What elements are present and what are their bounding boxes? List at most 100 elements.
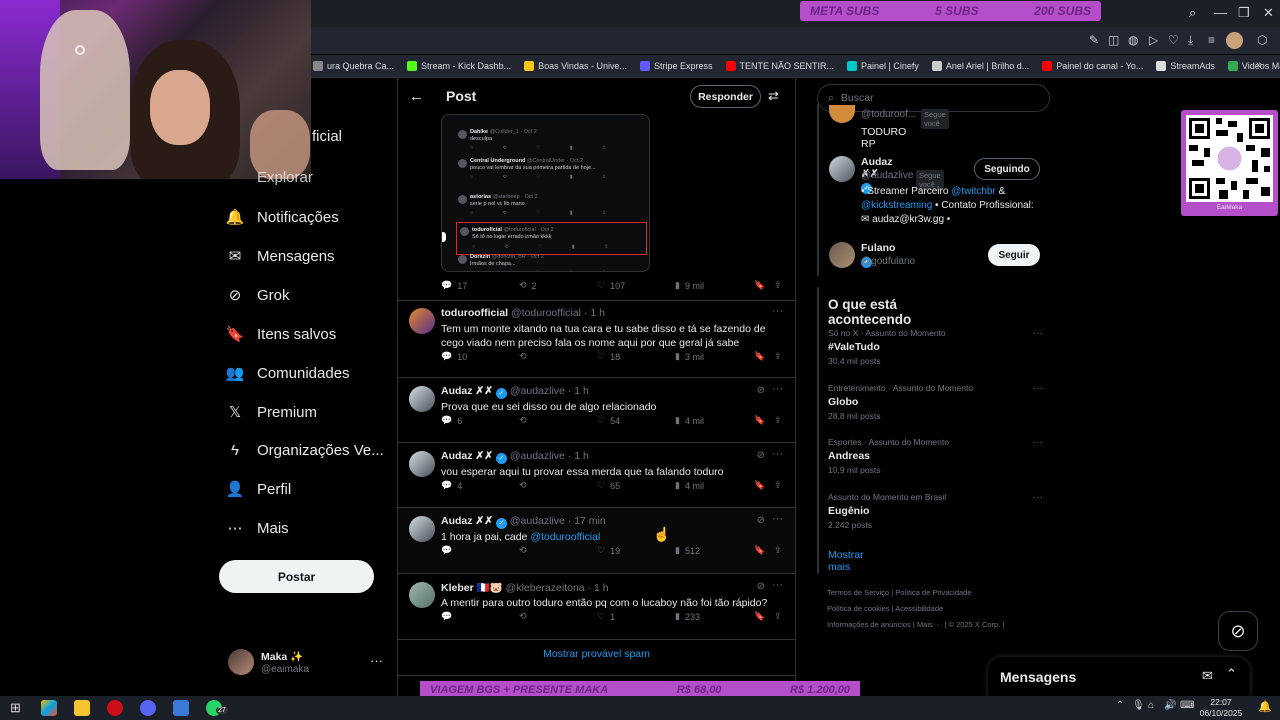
download-icon[interactable]: ⤓ — [1188, 33, 1193, 48]
menu-icon[interactable]: ≡ — [1208, 33, 1215, 47]
reply-author-name[interactable]: Audaz ✗✗ — [441, 515, 493, 527]
bookmark-item[interactable]: TENTE NÃO SENTIR... — [725, 61, 834, 71]
views-action[interactable]: ▮ 9 mil — [675, 280, 704, 291]
reply-author-name[interactable]: Kleber 🇫🇷🐷 — [441, 582, 503, 594]
twitchbr-link[interactable]: @twitchbr — [951, 186, 996, 197]
bookmark-item[interactable]: Stripe Express — [639, 61, 713, 71]
more-options-icon[interactable]: ··· — [1033, 492, 1043, 503]
like-action[interactable]: ♡ 54 — [597, 415, 620, 426]
copilot-icon[interactable] — [41, 700, 57, 716]
repost-action[interactable]: ⟲ — [519, 415, 532, 426]
reply-action[interactable]: 💬 4 — [441, 480, 462, 491]
views-action[interactable]: ▮ 233 — [675, 611, 700, 622]
nav-item-itens[interactable]: 🔖 Itens salvos — [226, 325, 337, 344]
reply-action[interactable]: 💬 — [441, 545, 457, 556]
search-icon[interactable]: ⌕ — [1189, 5, 1196, 21]
reply-action[interactable]: 💬 17 — [441, 280, 467, 291]
mention-link[interactable]: @toduroofficial — [530, 531, 600, 543]
trend-item[interactable]: Esportes · Assunto do Momento Andreas 10,9… — [828, 437, 1043, 475]
bookmark-item[interactable]: Painel | Cinefy — [847, 61, 919, 71]
bookmarks-overflow-icon[interactable]: » — [1256, 59, 1262, 71]
footer-link[interactable]: Mais ··· — [917, 620, 942, 629]
bookmark-item[interactable]: StreamAds — [1156, 61, 1215, 71]
like-action[interactable]: ♡ 19 — [597, 545, 620, 556]
reply-handle[interactable]: @kleberazeitona · 1 h — [506, 582, 609, 594]
footer-link[interactable]: Acessibilidade — [895, 604, 943, 613]
avatar[interactable] — [409, 308, 435, 334]
reply-post[interactable]: Audaz ✗✗ ✓ @audazlive · 17 min ⊘ ··· 1 hora… — [398, 508, 795, 574]
more-options-icon[interactable]: ··· — [772, 448, 783, 460]
views-action[interactable]: ▮ 512 — [675, 545, 700, 556]
nav-item-explore[interactable]: Explorar — [226, 169, 313, 186]
follow-button[interactable]: Seguir — [988, 244, 1040, 266]
bookmark-item[interactable]: Boas Vindas - Unive... — [524, 61, 627, 71]
share-icon[interactable]: ⇪ — [774, 611, 782, 622]
share-icon[interactable]: ⇪ — [774, 415, 782, 426]
more-options-icon[interactable]: ··· — [1033, 437, 1043, 448]
restore-icon[interactable]: ❐ — [1238, 5, 1250, 21]
camera-icon[interactable]: ◫ — [1108, 33, 1119, 47]
trend-item[interactable]: Assunto do Momento em Brasil Eugênio 2.242… — [828, 492, 1043, 530]
chevron-up-icon[interactable]: ⌃ — [1226, 666, 1237, 682]
more-options-icon[interactable]: ··· — [1033, 383, 1043, 394]
more-options-icon[interactable]: ··· — [772, 305, 783, 317]
reply-handle[interactable]: @audazlive · 17 min — [510, 515, 606, 527]
post-button[interactable]: Postar — [219, 560, 374, 593]
nav-item-notificacoes[interactable]: 🔔 Notificações — [226, 208, 339, 227]
new-message-icon[interactable]: ✉ — [1202, 668, 1213, 684]
file-explorer-icon[interactable] — [74, 700, 90, 716]
opera-icon[interactable] — [107, 700, 123, 716]
reply-author-name[interactable]: Audaz ✗✗ — [441, 385, 493, 397]
views-action[interactable]: ▮ 4 mil — [675, 415, 704, 426]
shield-icon[interactable]: ◍ — [1128, 33, 1138, 47]
like-action[interactable]: ♡ 107 — [597, 280, 625, 291]
bookmark-item[interactable]: Stream - Kick Dashb... — [407, 61, 511, 71]
nav-item-mensagens[interactable]: ✉ Mensagens — [226, 247, 335, 266]
bookmark-item[interactable]: ura Quebra Ca... — [313, 61, 394, 71]
messages-drawer[interactable]: Mensagens ✉ ⌃ — [988, 657, 1250, 697]
share-icon[interactable]: ⇪ — [774, 480, 782, 491]
app-icon[interactable] — [173, 700, 189, 716]
like-action[interactable]: ♡ 1 — [597, 611, 615, 622]
more-icon[interactable]: ··· — [370, 653, 383, 668]
browser-profile-avatar[interactable] — [1226, 32, 1243, 49]
tray-chevron-icon[interactable]: ⌃ — [1116, 700, 1124, 711]
reply-action[interactable]: 💬 — [441, 611, 457, 622]
bookmark-icon[interactable]: 🔖 — [754, 611, 765, 622]
trend-item[interactable]: Só no X · Assunto do Momento #ValeTudo 30,… — [828, 328, 1043, 366]
avatar[interactable] — [409, 582, 435, 608]
bookmark-icon[interactable]: 🔖 — [754, 351, 765, 362]
grok-explain-icon[interactable]: ⊘ — [757, 581, 765, 592]
heart-icon[interactable]: ♡ — [1168, 33, 1179, 47]
show-more-link[interactable]: Mostrar mais — [828, 549, 864, 573]
more-options-icon[interactable]: ··· — [772, 383, 783, 395]
share-icon[interactable]: ⇪ — [774, 280, 782, 291]
reply-action[interactable]: 💬 10 — [441, 351, 467, 362]
bookmark-item[interactable]: Videos Maka - Goo... — [1227, 61, 1280, 71]
reply-action[interactable]: 💬 6 — [441, 415, 462, 426]
avatar[interactable] — [409, 386, 435, 412]
like-action[interactable]: ♡ 65 — [597, 480, 620, 491]
discord-icon[interactable] — [140, 700, 156, 716]
footer-link[interactable]: Política de cookies — [827, 604, 890, 613]
back-arrow-icon[interactable]: ← — [409, 88, 424, 105]
reply-author-name[interactable]: Audaz ✗✗ — [441, 450, 493, 462]
keyboard-icon[interactable]: ⌨ — [1180, 700, 1194, 711]
like-action[interactable]: ♡ 18 — [597, 351, 620, 362]
reply-author-name[interactable]: toduroofficial — [441, 307, 508, 319]
taskbar-clock[interactable]: 22:07 06/10/2025 — [1198, 697, 1244, 719]
avatar[interactable] — [409, 516, 435, 542]
reply-post[interactable]: Audaz ✗✗ ✓ @audazlive · 1 h ⊘ ··· vou esper… — [398, 443, 795, 508]
quoted-screenshot[interactable]: Dahlke @Cullder_1 · Oct 2 desculpa ○ ⟲ ♡ ▮… — [441, 114, 650, 272]
play-icon[interactable]: ▷ — [1149, 33, 1158, 47]
repost-action[interactable]: ⟲ 2 — [519, 280, 537, 291]
repost-action[interactable]: ⟲ — [519, 480, 532, 491]
following-button[interactable]: Seguindo — [974, 158, 1040, 180]
repost-action[interactable]: ⟲ — [519, 545, 532, 556]
views-action[interactable]: ▮ 3 mil — [675, 351, 704, 362]
reply-post[interactable]: Audaz ✗✗ ✓ @audazlive · 1 h ⊘ ··· Prova que… — [398, 378, 795, 443]
nav-item-premium[interactable]: 𝕏 Premium — [226, 403, 317, 422]
network-icon[interactable]: ⌂ — [1148, 700, 1154, 711]
repost-action[interactable]: ⟲ — [519, 351, 532, 362]
account-switcher[interactable]: Maka ✨ @eaimaka ··· — [228, 648, 388, 678]
